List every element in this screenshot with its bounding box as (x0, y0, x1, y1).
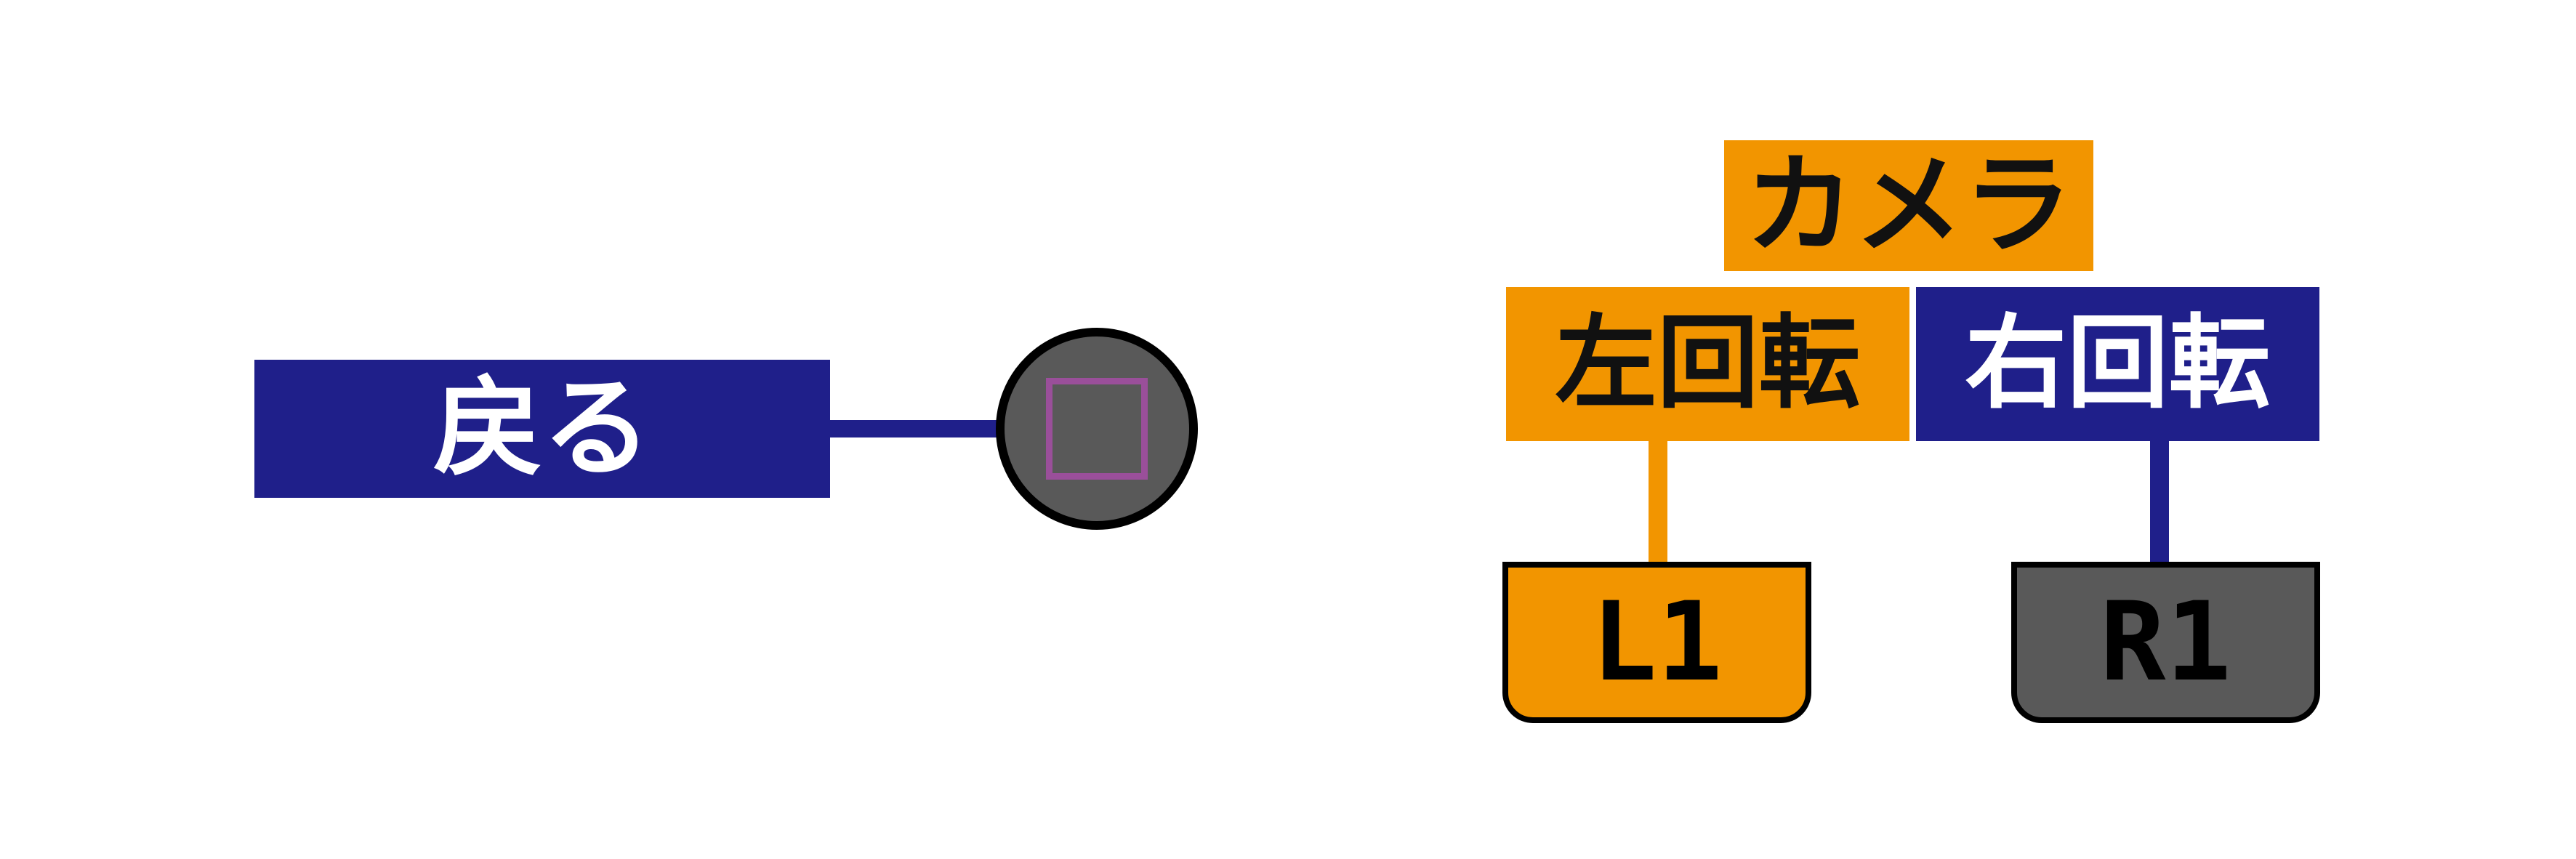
l1-button[interactable]: L1 (1502, 562, 1811, 723)
rotate-right-label: 右回転 (1965, 305, 2271, 423)
rotate-right-label-box: 右回転 (1916, 287, 2319, 441)
square-icon (1046, 378, 1148, 480)
rotate-left-connector-line (1649, 441, 1667, 563)
square-button[interactable] (996, 328, 1198, 530)
rotate-right-connector-line (2150, 441, 2169, 563)
controller-guide: 戻る カメラ 左回転 右回転 L1 R1 (0, 0, 2576, 859)
r1-button[interactable]: R1 (2011, 562, 2320, 723)
back-label-box: 戻る (254, 360, 830, 498)
rotate-left-label-box: 左回転 (1506, 287, 1909, 441)
back-label: 戻る (432, 366, 651, 492)
rotate-left-label: 左回転 (1555, 305, 1861, 423)
back-connector-line (830, 420, 1001, 437)
camera-label-box: カメラ (1724, 140, 2093, 271)
l1-button-label: L1 (1591, 579, 1723, 706)
r1-button-label: R1 (2100, 579, 2231, 706)
camera-label: カメラ (1744, 142, 2072, 269)
